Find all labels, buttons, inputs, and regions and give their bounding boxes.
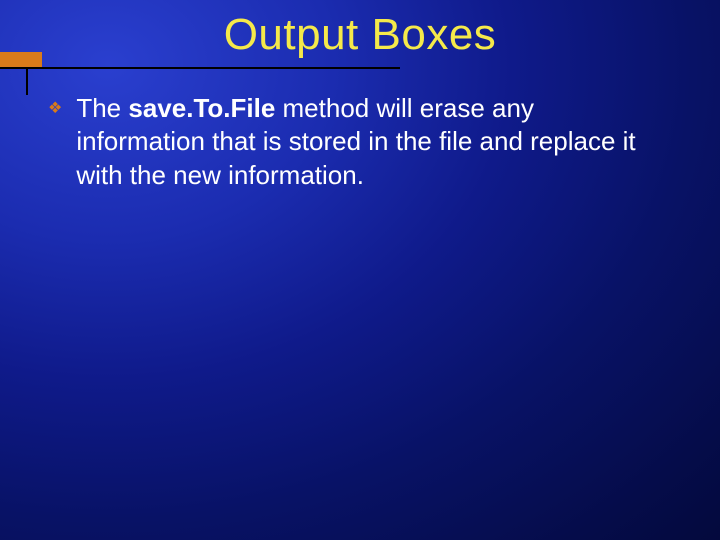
slide-title: Output Boxes	[0, 10, 720, 60]
title-underline	[0, 67, 400, 69]
body-text: The save.To.File method will erase any i…	[76, 92, 660, 192]
body-text-bold: save.To.File	[128, 93, 275, 123]
underline-tick	[26, 69, 28, 95]
slide: Output Boxes ❖ The save.To.File method w…	[0, 0, 720, 540]
body-text-pre: The	[76, 93, 128, 123]
diamond-bullet-icon: ❖	[48, 92, 62, 126]
body-paragraph: ❖ The save.To.File method will erase any…	[48, 92, 660, 192]
